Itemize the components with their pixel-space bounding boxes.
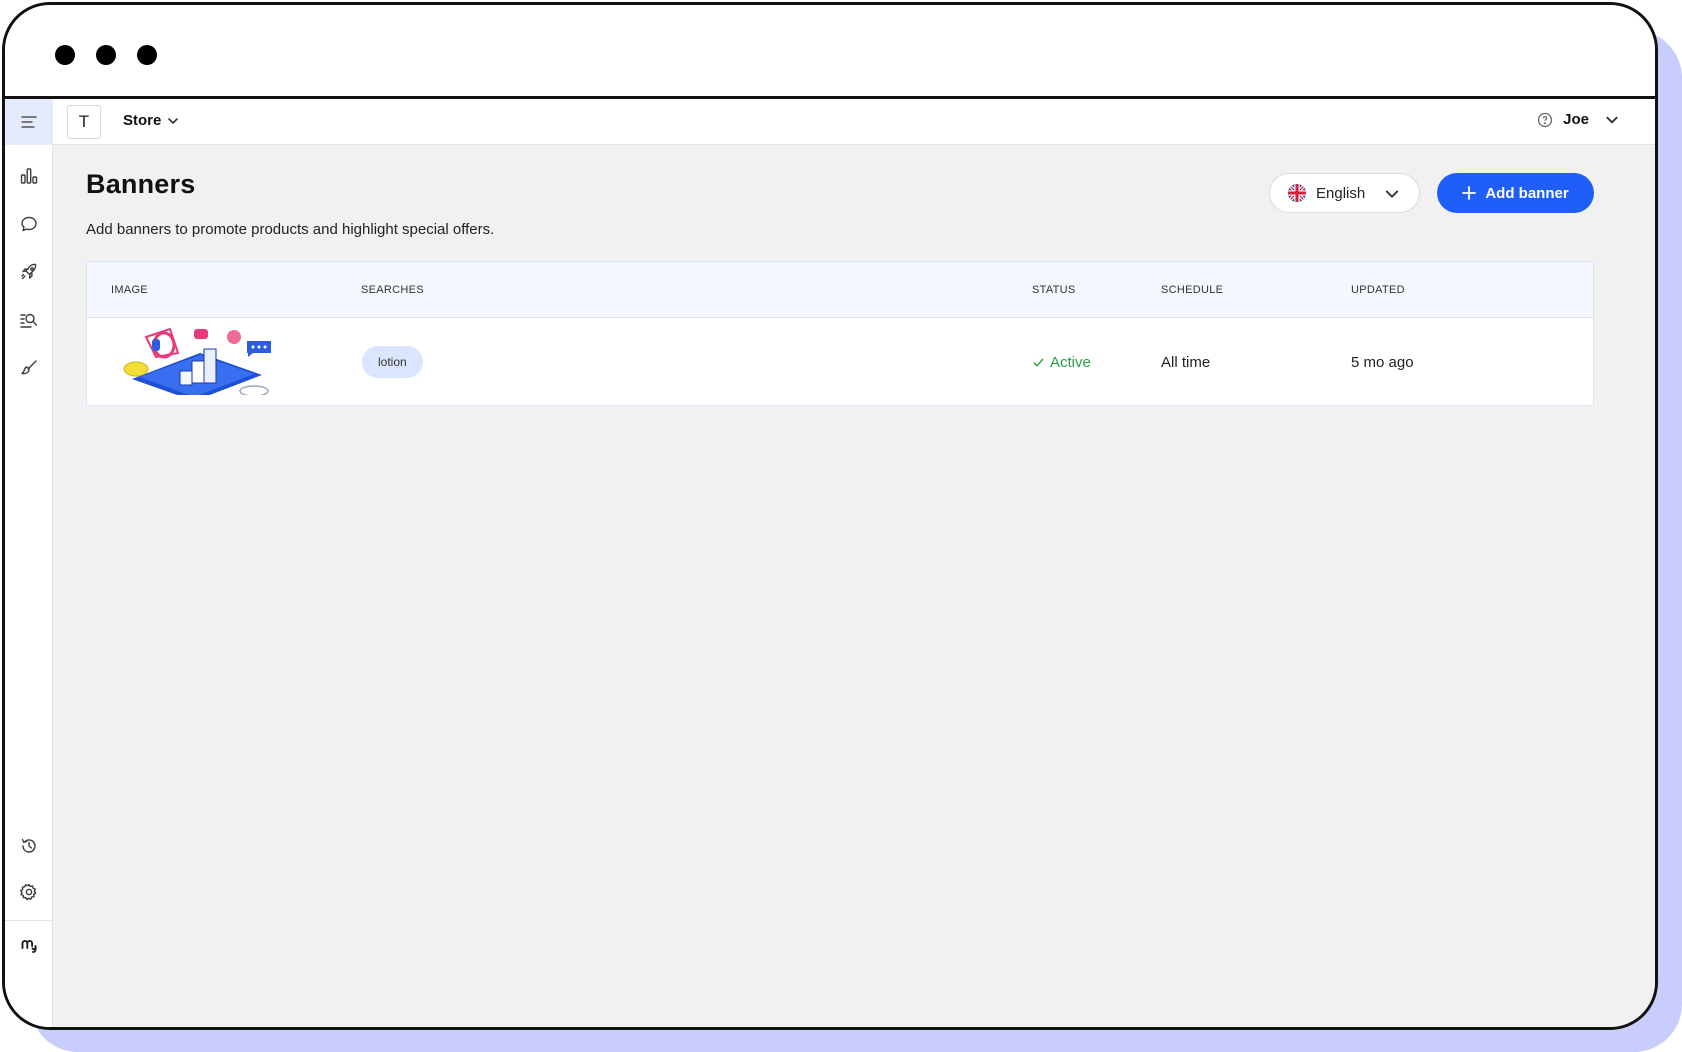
sidebar-item-conversations[interactable] — [5, 201, 53, 247]
main-content: Banners Add banners to promote products … — [53, 145, 1655, 1027]
status-badge: Active — [1033, 354, 1091, 371]
store-initial: T — [78, 112, 90, 131]
brand-logo-icon — [21, 939, 37, 953]
chat-bubble-icon — [21, 216, 37, 232]
sidebar-item-search-insights[interactable] — [5, 297, 53, 343]
app-body: T Store Joe Banners Add banners to promo… — [5, 99, 1655, 1027]
column-header-image[interactable]: IMAGE — [111, 284, 148, 296]
help-icon[interactable] — [1537, 112, 1553, 128]
chevron-down-icon — [1385, 190, 1399, 198]
column-header-updated[interactable]: UPDATED — [1351, 284, 1405, 296]
window-dot-close[interactable] — [55, 45, 75, 65]
window-dot-maximize[interactable] — [137, 45, 157, 65]
column-header-status[interactable]: STATUS — [1032, 284, 1076, 296]
language-select[interactable]: English — [1269, 173, 1420, 213]
sidebar-item-analytics[interactable] — [5, 153, 53, 199]
banners-table: IMAGE SEARCHES STATUS SCHEDULE UPDATED l… — [86, 261, 1594, 406]
sidebar — [5, 99, 53, 1027]
table-row[interactable]: lotion Active All time 5 mo ago — [87, 318, 1593, 405]
rocket-icon — [21, 263, 37, 280]
store-avatar[interactable]: T — [67, 105, 101, 139]
schedule-cell: All time — [1161, 354, 1211, 371]
store-selector[interactable]: Store — [123, 112, 179, 129]
app-window: T Store Joe Banners Add banners to promo… — [2, 2, 1658, 1030]
updated-cell: 5 mo ago — [1351, 354, 1414, 371]
chevron-down-icon — [168, 117, 179, 124]
sidebar-divider — [5, 920, 53, 921]
history-icon — [21, 838, 36, 853]
store-label: Store — [123, 112, 162, 129]
search-tag[interactable]: lotion — [362, 346, 423, 378]
chevron-down-icon — [1606, 116, 1618, 123]
add-banner-label: Add banner — [1485, 184, 1569, 202]
table-header: IMAGE SEARCHES STATUS SCHEDULE UPDATED — [87, 262, 1593, 318]
banner-thumbnail[interactable] — [122, 327, 277, 395]
page-title: Banners — [86, 169, 196, 199]
page-subtitle: Add banners to promote products and high… — [86, 221, 495, 238]
search-list-icon — [20, 313, 38, 328]
uk-flag-icon — [1288, 184, 1306, 202]
brand-logo[interactable] — [5, 922, 53, 968]
add-banner-button[interactable]: Add banner — [1437, 173, 1594, 213]
column-header-searches[interactable]: SEARCHES — [361, 284, 424, 296]
status-label: Active — [1050, 354, 1091, 371]
window-titlebar — [5, 5, 1655, 99]
language-label: English — [1316, 184, 1366, 202]
window-dot-minimize[interactable] — [96, 45, 116, 65]
check-icon — [1033, 358, 1044, 367]
user-menu[interactable]: Joe — [1537, 111, 1619, 128]
menu-icon — [21, 116, 37, 128]
sidebar-menu-toggle[interactable] — [5, 99, 53, 145]
top-bar: T Store Joe — [53, 99, 1655, 145]
plus-icon — [1462, 186, 1477, 200]
sidebar-item-design[interactable] — [5, 345, 53, 391]
user-name: Joe — [1563, 111, 1589, 128]
brush-icon — [21, 360, 37, 375]
sidebar-item-history[interactable] — [5, 823, 53, 869]
bar-chart-icon — [20, 168, 38, 184]
sidebar-item-boost[interactable] — [5, 249, 53, 295]
sidebar-item-settings[interactable] — [5, 869, 53, 915]
column-header-schedule[interactable]: SCHEDULE — [1161, 284, 1223, 296]
gear-icon — [20, 883, 37, 901]
